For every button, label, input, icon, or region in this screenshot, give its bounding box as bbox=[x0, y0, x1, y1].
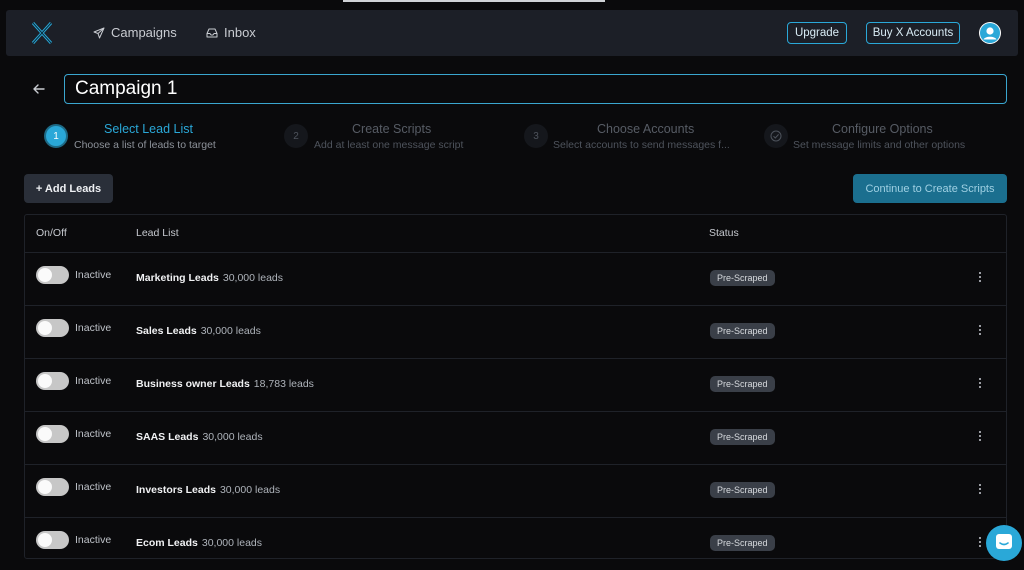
lead-count: 30,000 leads bbox=[200, 325, 261, 337]
step-title: Choose Accounts bbox=[597, 122, 695, 136]
nav-campaigns-link[interactable]: Campaigns bbox=[93, 25, 177, 40]
active-toggle[interactable] bbox=[36, 319, 69, 337]
step-number-badge: 2 bbox=[284, 124, 308, 148]
active-toggle[interactable] bbox=[36, 531, 69, 549]
step-number-badge: 3 bbox=[524, 124, 548, 148]
top-navbar: Campaigns Inbox Upgrade Buy X Accounts bbox=[6, 10, 1018, 56]
lead-list-name: Ecom Leads bbox=[136, 537, 198, 549]
top-edge-strip bbox=[343, 0, 605, 2]
lead-list-cell: Sales Leads 30,000 leads bbox=[136, 325, 261, 337]
check-circle-icon bbox=[770, 130, 782, 142]
lead-count: 18,783 leads bbox=[253, 378, 314, 390]
lead-list-cell: Investors Leads 30,000 leads bbox=[136, 484, 280, 496]
table-header: On/Off Lead List Status bbox=[25, 215, 1006, 253]
more-options-icon[interactable] bbox=[974, 534, 986, 550]
send-icon bbox=[93, 27, 105, 38]
toggle-state-label: Inactive bbox=[75, 481, 112, 493]
active-toggle[interactable] bbox=[36, 478, 69, 496]
table-row: Inactive SAAS Leads 30,000 leads Pre-Scra… bbox=[25, 411, 1006, 465]
lead-list-name: Marketing Leads bbox=[136, 272, 219, 284]
step-subtitle: Select accounts to send messages f... bbox=[553, 139, 730, 151]
status-badge: Pre-Scraped bbox=[710, 535, 775, 551]
step-subtitle: Add at least one message script bbox=[314, 139, 464, 151]
inbox-icon bbox=[206, 28, 218, 37]
step-subtitle: Set message limits and other options bbox=[793, 139, 966, 151]
toggle-state-label: Inactive bbox=[75, 534, 112, 546]
add-leads-button[interactable]: + Add Leads bbox=[24, 174, 113, 203]
step-subtitle: Choose a list of leads to target bbox=[74, 139, 216, 151]
back-arrow-icon[interactable] bbox=[31, 81, 47, 97]
lead-list-name: Investors Leads bbox=[136, 484, 216, 496]
header-on-off: On/Off bbox=[36, 227, 67, 239]
table-row: Inactive Ecom Leads 30,000 leads Pre-Scra… bbox=[25, 517, 1006, 570]
toggle-state-label: Inactive bbox=[75, 269, 112, 281]
active-toggle[interactable] bbox=[36, 372, 69, 390]
status-badge: Pre-Scraped bbox=[710, 323, 775, 339]
lead-count: 30,000 leads bbox=[219, 484, 281, 496]
lead-list-name: Sales Leads bbox=[136, 325, 197, 337]
table-row: Inactive Business owner Leads 18,783 lead… bbox=[25, 358, 1006, 412]
continue-to-create-scripts-button[interactable]: Continue to Create Scripts bbox=[853, 174, 1007, 203]
toggle-state-label: Inactive bbox=[75, 428, 112, 440]
user-icon bbox=[980, 23, 1000, 43]
active-toggle[interactable] bbox=[36, 425, 69, 443]
lead-list-name: SAAS Leads bbox=[136, 431, 199, 443]
status-badge: Pre-Scraped bbox=[710, 270, 775, 286]
user-avatar[interactable] bbox=[979, 22, 1001, 44]
active-toggle[interactable] bbox=[36, 266, 69, 284]
lead-count: 30,000 leads bbox=[201, 537, 262, 549]
more-options-icon[interactable] bbox=[974, 269, 986, 285]
lead-list-cell: Ecom Leads 30,000 leads bbox=[136, 537, 262, 549]
more-options-icon[interactable] bbox=[974, 428, 986, 444]
step-title: Create Scripts bbox=[352, 122, 432, 136]
nav-inbox-link[interactable]: Inbox bbox=[206, 25, 256, 40]
nav-inbox-label: Inbox bbox=[224, 25, 256, 40]
toggle-state-label: Inactive bbox=[75, 322, 112, 334]
step-title: Select Lead List bbox=[104, 122, 193, 136]
more-options-icon[interactable] bbox=[974, 322, 986, 338]
chat-icon bbox=[996, 534, 1012, 549]
upgrade-button[interactable]: Upgrade bbox=[787, 22, 847, 44]
x-logo-icon[interactable] bbox=[30, 21, 54, 45]
lead-count: 30,000 leads bbox=[222, 272, 283, 284]
table-row: Inactive Sales Leads 30,000 leads Pre-Scr… bbox=[25, 305, 1006, 359]
lead-list-cell: Business owner Leads 18,783 leads bbox=[136, 378, 314, 390]
step-title: Configure Options bbox=[832, 122, 933, 136]
status-badge: Pre-Scraped bbox=[710, 429, 775, 445]
campaign-name-input[interactable] bbox=[64, 74, 1007, 104]
header-lead-list: Lead List bbox=[136, 227, 179, 239]
lead-count: 30,000 leads bbox=[202, 431, 263, 443]
lead-list-table: On/Off Lead List Status Inactive Marketi… bbox=[24, 214, 1007, 559]
lead-list-cell: SAAS Leads 30,000 leads bbox=[136, 431, 263, 443]
lead-list-cell: Marketing Leads 30,000 leads bbox=[136, 272, 283, 284]
step-number-badge: 1 bbox=[44, 124, 68, 148]
more-options-icon[interactable] bbox=[974, 375, 986, 391]
table-row: Inactive Investors Leads 30,000 leads Pre… bbox=[25, 464, 1006, 518]
buy-x-accounts-button[interactable]: Buy X Accounts bbox=[866, 22, 960, 44]
chat-widget-button[interactable] bbox=[986, 525, 1022, 561]
status-badge: Pre-Scraped bbox=[710, 482, 775, 498]
nav-campaigns-label: Campaigns bbox=[111, 25, 177, 40]
more-options-icon[interactable] bbox=[974, 481, 986, 497]
lead-list-name: Business owner Leads bbox=[136, 378, 250, 390]
toggle-state-label: Inactive bbox=[75, 375, 112, 387]
step-badge bbox=[764, 124, 788, 148]
status-badge: Pre-Scraped bbox=[710, 376, 775, 392]
header-status: Status bbox=[709, 227, 739, 239]
table-row: Inactive Marketing Leads 30,000 leads Pre… bbox=[25, 252, 1006, 306]
